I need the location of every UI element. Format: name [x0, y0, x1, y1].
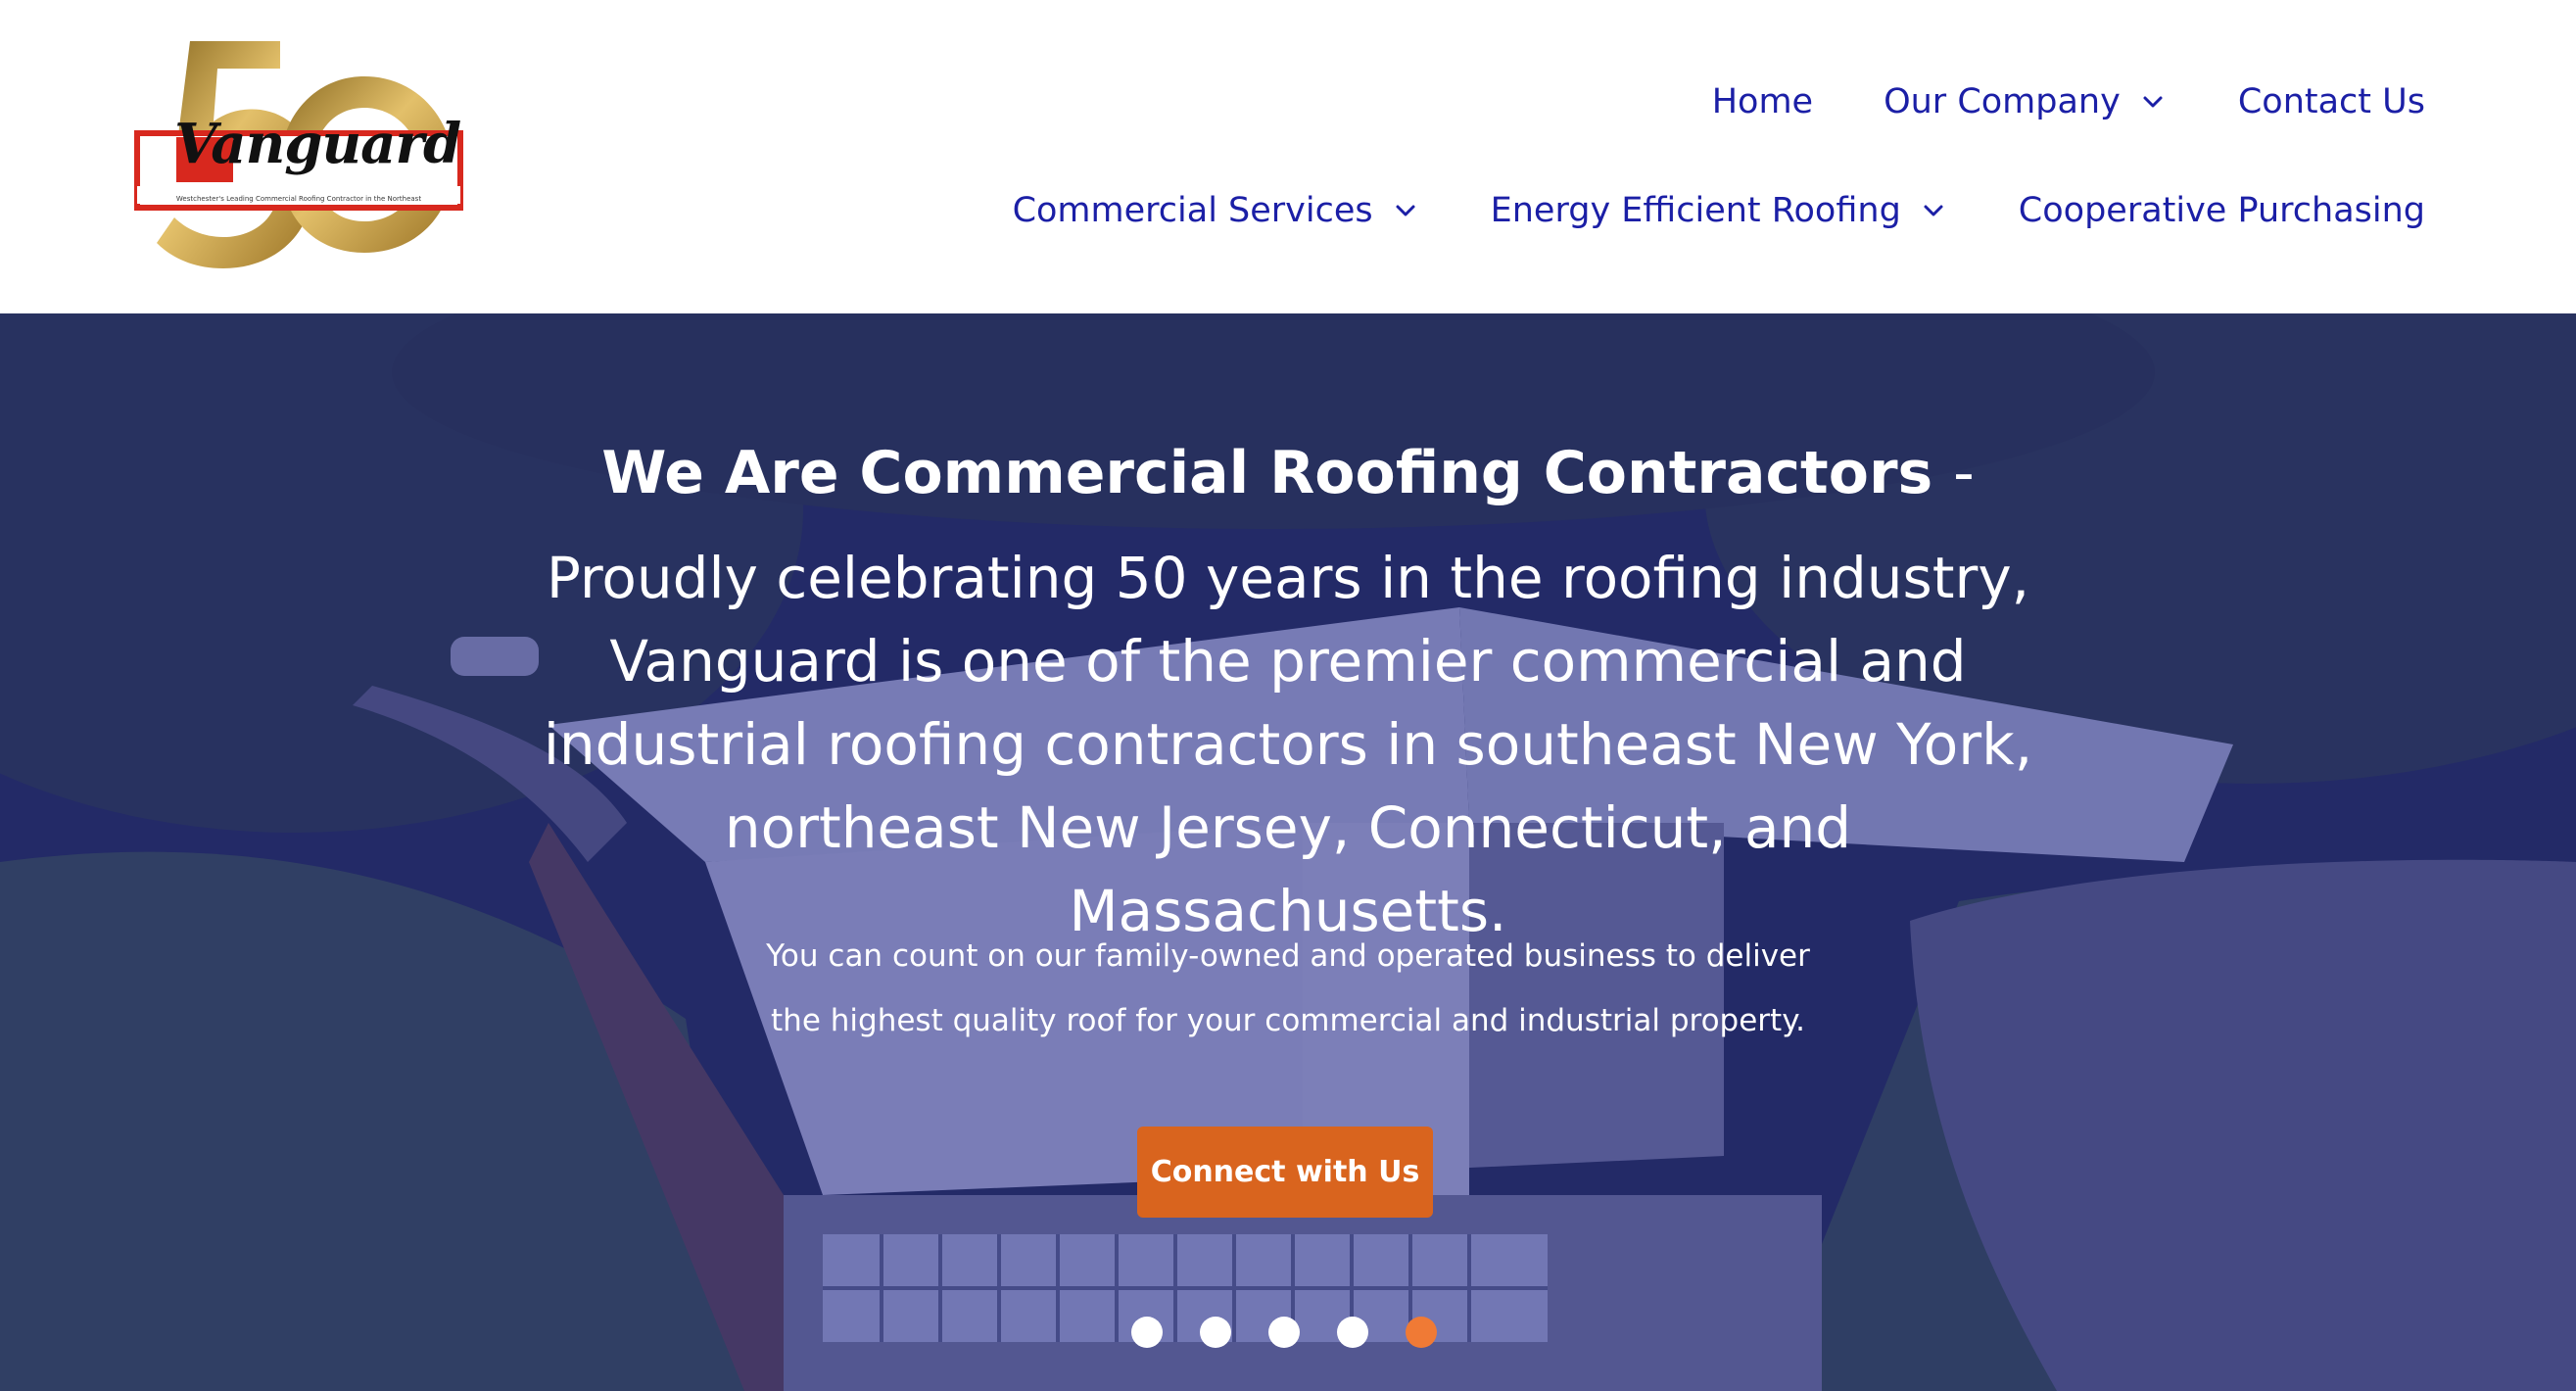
hero-lead-text: Proudly celebrating 50 years in the roof…	[543, 545, 2033, 944]
hero-subtext: You can count on our family-owned and op…	[700, 924, 1876, 1053]
slider-dot[interactable]	[1337, 1317, 1368, 1348]
nav-cooperative-purchasing-label: Cooperative Purchasing	[2018, 191, 2425, 230]
nav-energy-efficient-roofing[interactable]: Energy Efficient Roofing	[1491, 191, 1948, 230]
nav-contact-us-label: Contact Us	[2237, 82, 2425, 121]
chevron-down-icon	[1919, 196, 1948, 225]
hero-subtext-line-1: You can count on our family-owned and op…	[766, 938, 1810, 974]
hero-title-text: We Are Commercial Roofing Contractors	[601, 439, 1933, 507]
hero-title: We Are Commercial Roofing Contractors -	[0, 436, 2576, 510]
site-logo[interactable]: Vanguard Westchester's Leading Commercia…	[133, 35, 466, 280]
nav-our-company-label: Our Company	[1884, 82, 2121, 121]
nav-energy-efficient-roofing-label: Energy Efficient Roofing	[1490, 191, 1901, 230]
site-header: Vanguard Westchester's Leading Commercia…	[0, 0, 2576, 313]
logo-tagline: Westchester's Leading Commercial Roofing…	[175, 195, 422, 203]
hero-slider: We Are Commercial Roofing Contractors - …	[0, 313, 2576, 1391]
nav-commercial-services[interactable]: Commercial Services	[1013, 191, 1420, 230]
slider-dot[interactable]	[1200, 1317, 1231, 1348]
nav-contact-us[interactable]: Contact Us	[2238, 82, 2425, 121]
primary-nav-bottom: Commercial Services Energy Efficient Roo…	[1013, 181, 2425, 240]
nav-home-label: Home	[1711, 82, 1814, 121]
chevron-down-icon	[1391, 196, 1420, 225]
connect-with-us-button[interactable]: Connect with Us	[1137, 1127, 1433, 1218]
hero-subtext-line-2: the highest quality roof for your commer…	[771, 1003, 1805, 1038]
chevron-down-icon	[2138, 87, 2168, 117]
slider-dot-active[interactable]	[1406, 1317, 1437, 1348]
nav-commercial-services-label: Commercial Services	[1012, 191, 1373, 230]
nav-home[interactable]: Home	[1712, 82, 1813, 121]
slider-dot[interactable]	[1131, 1317, 1163, 1348]
slider-pagination	[1131, 1317, 1437, 1348]
nav-cooperative-purchasing[interactable]: Cooperative Purchasing	[2019, 191, 2425, 230]
hero-title-dash: -	[1953, 439, 1975, 507]
nav-our-company[interactable]: Our Company	[1884, 82, 2168, 121]
primary-nav-top: Home Our Company Contact Us	[1712, 72, 2425, 131]
logo-wordmark: Vanguard	[174, 112, 461, 176]
slider-dot[interactable]	[1268, 1317, 1300, 1348]
